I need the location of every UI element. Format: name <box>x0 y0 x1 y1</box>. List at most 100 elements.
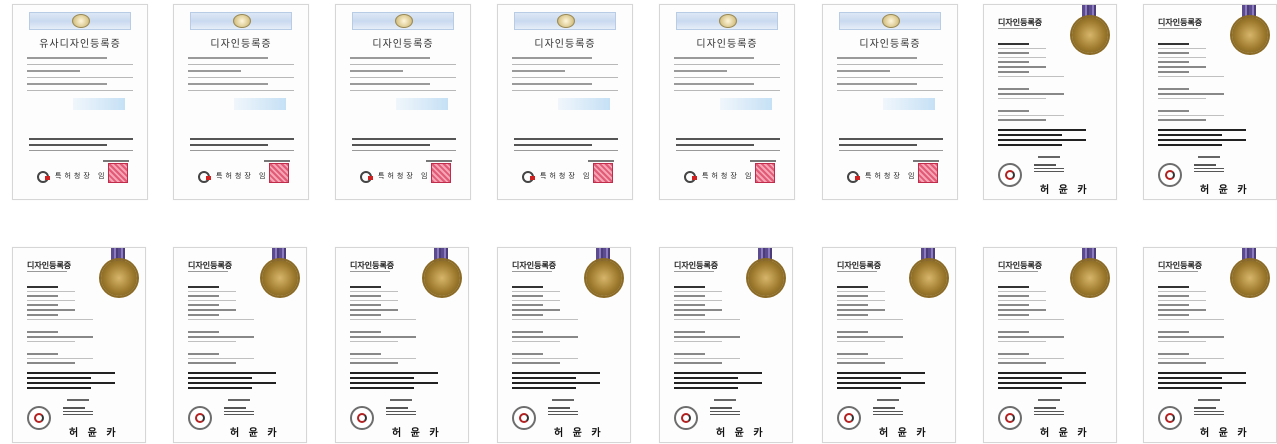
certificate-statement <box>674 372 778 392</box>
certificate-title: 디자인등록증 <box>674 261 719 270</box>
certificate-thumbnail[interactable]: 디자인등록증 허 윤 카 <box>497 247 631 443</box>
certificate-thumbnail[interactable]: 디자인등록증 허 윤 카 <box>983 4 1117 200</box>
certificate-thumbnail[interactable]: 유사디자인등록증 특허청장 임명 <box>12 4 148 200</box>
certificate-title: 디자인등록증 <box>210 39 272 50</box>
certificate-thumbnail[interactable]: 디자인등록증 특허청장 임명 <box>173 4 309 200</box>
commissioner-signature: 허 윤 카 <box>1040 428 1090 439</box>
commissioner-signature: 허 윤 카 <box>554 428 604 439</box>
issue-date <box>877 399 899 401</box>
issue-date <box>1038 399 1060 401</box>
certificate-thumbnail[interactable]: 디자인등록증 허 윤 카 <box>335 247 469 443</box>
certificate-body-lines <box>1158 286 1236 367</box>
kipo-emblem-icon <box>350 406 374 430</box>
issuer-title <box>710 407 740 417</box>
highlight-box <box>558 98 610 110</box>
certificate-body-lines <box>674 57 780 96</box>
kipo-emblem-icon <box>27 406 51 430</box>
title-underline <box>27 271 67 272</box>
certificate-thumbnail[interactable]: 디자인등록증 허 윤 카 <box>983 247 1117 443</box>
certificate-thumbnail[interactable]: 디자인등록증 특허청장 임명 <box>822 4 958 200</box>
commissioner-signature: 허 윤 카 <box>392 428 442 439</box>
kipo-emblem-icon <box>998 406 1022 430</box>
certificate-title: 디자인등록증 <box>534 39 596 50</box>
issue-date <box>552 399 574 401</box>
certificate-title: 유사디자인등록증 <box>39 39 121 50</box>
gold-seal-icon <box>748 260 784 296</box>
certificate-title: 디자인등록증 <box>512 261 557 270</box>
header-band <box>190 12 292 30</box>
official-stamp-icon <box>918 163 938 183</box>
issue-date <box>67 399 89 401</box>
commissioner-signature: 허 윤 카 <box>69 428 119 439</box>
certificate-title: 디자인등록증 <box>27 261 72 270</box>
issue-date <box>390 399 412 401</box>
gold-seal-icon <box>586 260 622 296</box>
certificate-statement <box>839 138 943 155</box>
kipo-emblem-icon <box>188 406 212 430</box>
issue-date <box>228 399 250 401</box>
gold-seal-icon <box>911 260 947 296</box>
issuer-title <box>1194 407 1224 417</box>
issuer-title <box>873 407 903 417</box>
certificate-thumbnail[interactable]: 디자인등록증 특허청장 임명 <box>335 4 471 200</box>
certificate-statement <box>998 372 1102 392</box>
issue-date <box>1198 399 1220 401</box>
certificate-statement <box>837 372 941 392</box>
gold-seal-icon <box>424 260 460 296</box>
title-underline <box>837 271 877 272</box>
gold-seal-icon <box>1072 17 1108 53</box>
issuer-title <box>386 407 416 417</box>
certificate-thumbnail[interactable]: 디자인등록증 허 윤 카 <box>1143 247 1277 443</box>
issue-date <box>913 160 939 162</box>
kipo-logo-icon <box>522 171 535 183</box>
certificate-body-lines <box>350 286 428 367</box>
certificate-body-lines <box>837 57 943 96</box>
highlight-box <box>396 98 448 110</box>
certificate-body-lines <box>998 286 1076 367</box>
issuer-title <box>1034 164 1064 174</box>
highlight-box <box>720 98 772 110</box>
gallery-row-2: 디자인등록증 허 윤 카 디자인등록증 허 윤 카 디자인등록증 허 윤 카 디… <box>0 247 1277 443</box>
title-underline <box>350 271 390 272</box>
kipo-emblem-icon <box>1158 406 1182 430</box>
highlight-box <box>234 98 286 110</box>
emblem-icon <box>557 14 575 28</box>
commissioner-signature: 허 윤 카 <box>230 428 280 439</box>
certificate-title: 디자인등록증 <box>859 39 921 50</box>
issuer-title <box>224 407 254 417</box>
certificate-statement <box>350 372 454 392</box>
certificate-thumbnail[interactable]: 디자인등록증 허 윤 카 <box>1143 4 1277 200</box>
title-underline <box>512 271 552 272</box>
certificate-thumbnail[interactable]: 디자인등록증 허 윤 카 <box>822 247 956 443</box>
issue-date <box>103 160 129 162</box>
official-stamp-icon <box>755 163 775 183</box>
title-underline <box>998 271 1038 272</box>
certificate-thumbnail[interactable]: 디자인등록증 특허청장 임명 <box>497 4 633 200</box>
commissioner-signature: 허 윤 카 <box>1040 185 1090 196</box>
certificate-thumbnail[interactable]: 디자인등록증 허 윤 카 <box>659 247 793 443</box>
gold-seal-icon <box>1072 260 1108 296</box>
kipo-logo-icon <box>198 171 211 183</box>
kipo-logo-icon <box>684 171 697 183</box>
emblem-icon <box>233 14 251 28</box>
certificate-thumbnail[interactable]: 디자인등록증 허 윤 카 <box>173 247 307 443</box>
certificate-body-lines <box>1158 43 1236 124</box>
kipo-emblem-icon <box>998 163 1022 187</box>
certificate-title: 디자인등록증 <box>837 261 882 270</box>
commissioner-signature: 허 윤 카 <box>1200 185 1250 196</box>
certificate-body-lines <box>674 286 752 367</box>
certificate-statement <box>1158 129 1262 149</box>
certificate-thumbnail[interactable]: 디자인등록증 특허청장 임명 <box>659 4 795 200</box>
highlight-box <box>883 98 935 110</box>
issue-date <box>426 160 452 162</box>
title-underline <box>188 271 228 272</box>
certificate-body-lines <box>837 286 915 367</box>
certificate-title: 디자인등록증 <box>998 18 1043 27</box>
highlight-box <box>73 98 125 110</box>
title-underline <box>998 28 1038 29</box>
certificate-thumbnail[interactable]: 디자인등록증 허 윤 카 <box>12 247 146 443</box>
issuer-title <box>1194 164 1224 174</box>
title-underline <box>1158 271 1198 272</box>
certificate-statement <box>352 138 456 155</box>
header-band <box>676 12 778 30</box>
